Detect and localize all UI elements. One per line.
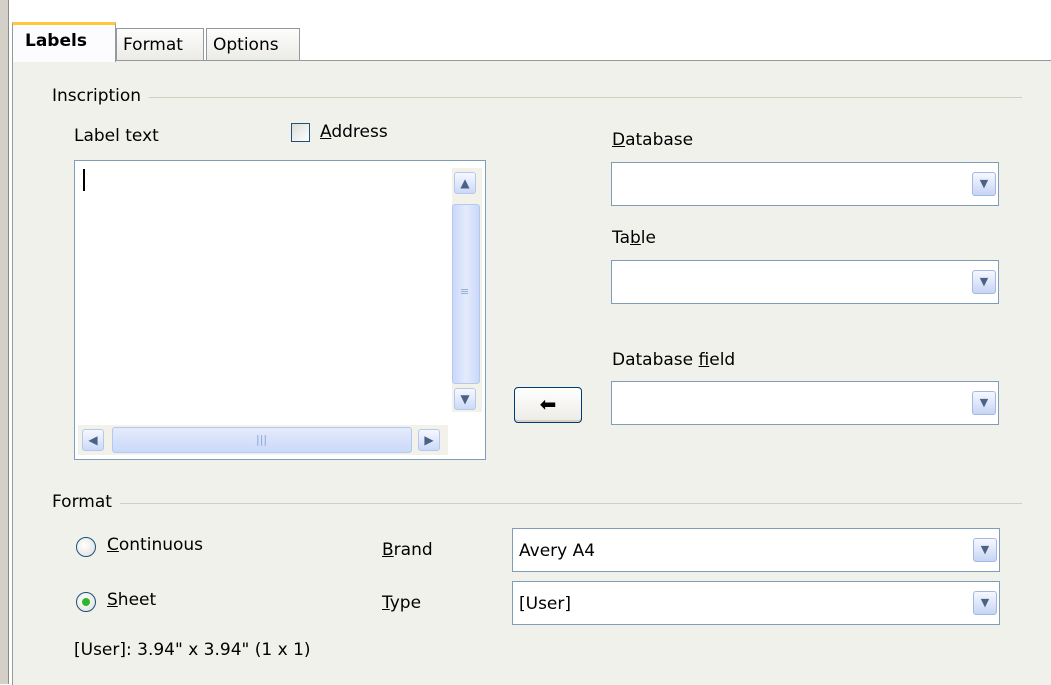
database-select[interactable]: ▼ xyxy=(611,162,999,206)
scroll-up-button[interactable]: ▲ xyxy=(454,172,476,194)
scroll-right-button[interactable]: ▶ xyxy=(418,429,440,451)
format-divider xyxy=(52,503,1022,504)
chevron-down-icon[interactable]: ▼ xyxy=(972,391,996,415)
chevron-down-icon[interactable]: ▼ xyxy=(973,591,997,615)
address-checkbox-label[interactable]: Address xyxy=(320,122,388,142)
chevron-down-icon[interactable]: ▼ xyxy=(973,538,997,562)
scroll-down-button[interactable]: ▼ xyxy=(454,388,476,410)
chevron-down-icon[interactable]: ▼ xyxy=(972,172,996,196)
window-left-edge xyxy=(0,0,9,684)
chevron-up-icon: ▲ xyxy=(460,176,470,190)
type-select[interactable]: [User] ▼ xyxy=(512,581,1000,625)
window-top-edge xyxy=(0,0,1051,8)
database-field-select[interactable]: ▼ xyxy=(611,381,999,425)
left-arrow-icon: ⬅ xyxy=(539,392,557,416)
continuous-radio-label[interactable]: Continuous xyxy=(107,535,203,555)
grip-icon: ||| xyxy=(256,433,268,446)
table-select[interactable]: ▼ xyxy=(611,260,999,304)
format-group-label: Format xyxy=(52,492,120,512)
type-value: [User] xyxy=(519,594,572,614)
brand-label: Brand xyxy=(382,540,433,560)
chevron-down-icon: ▼ xyxy=(460,392,470,406)
type-label: Type xyxy=(382,593,422,613)
tab-format[interactable]: Format xyxy=(116,28,204,60)
inscription-divider xyxy=(52,97,1022,98)
tab-options[interactable]: Options xyxy=(206,28,300,60)
brand-value: Avery A4 xyxy=(519,541,596,561)
radio-selected-dot xyxy=(82,598,90,606)
label-text-area[interactable] xyxy=(74,160,486,460)
chevron-left-icon: ◀ xyxy=(88,433,98,447)
chevron-right-icon: ▶ xyxy=(424,433,434,447)
continuous-radio[interactable] xyxy=(76,537,96,557)
scroll-left-button[interactable]: ◀ xyxy=(82,429,104,451)
brand-select[interactable]: Avery A4 ▼ xyxy=(512,528,1000,572)
chevron-down-icon[interactable]: ▼ xyxy=(972,270,996,294)
address-checkbox[interactable] xyxy=(291,123,310,142)
sheet-radio[interactable] xyxy=(76,592,96,612)
sheet-radio-label[interactable]: Sheet xyxy=(107,590,156,610)
database-field-label: Database field xyxy=(612,350,736,370)
database-label: Database xyxy=(612,130,694,150)
label-size-info: [User]: 3.94" x 3.94" (1 x 1) xyxy=(74,640,311,660)
label-text-caption: Label text xyxy=(74,126,159,146)
table-label: Table xyxy=(612,228,656,248)
text-caret xyxy=(83,169,85,191)
grip-icon: ≡ xyxy=(460,285,470,298)
tab-labels[interactable]: Labels xyxy=(12,22,116,62)
insert-field-button[interactable]: ⬅ xyxy=(514,387,582,423)
inscription-group-label: Inscription xyxy=(52,86,150,106)
